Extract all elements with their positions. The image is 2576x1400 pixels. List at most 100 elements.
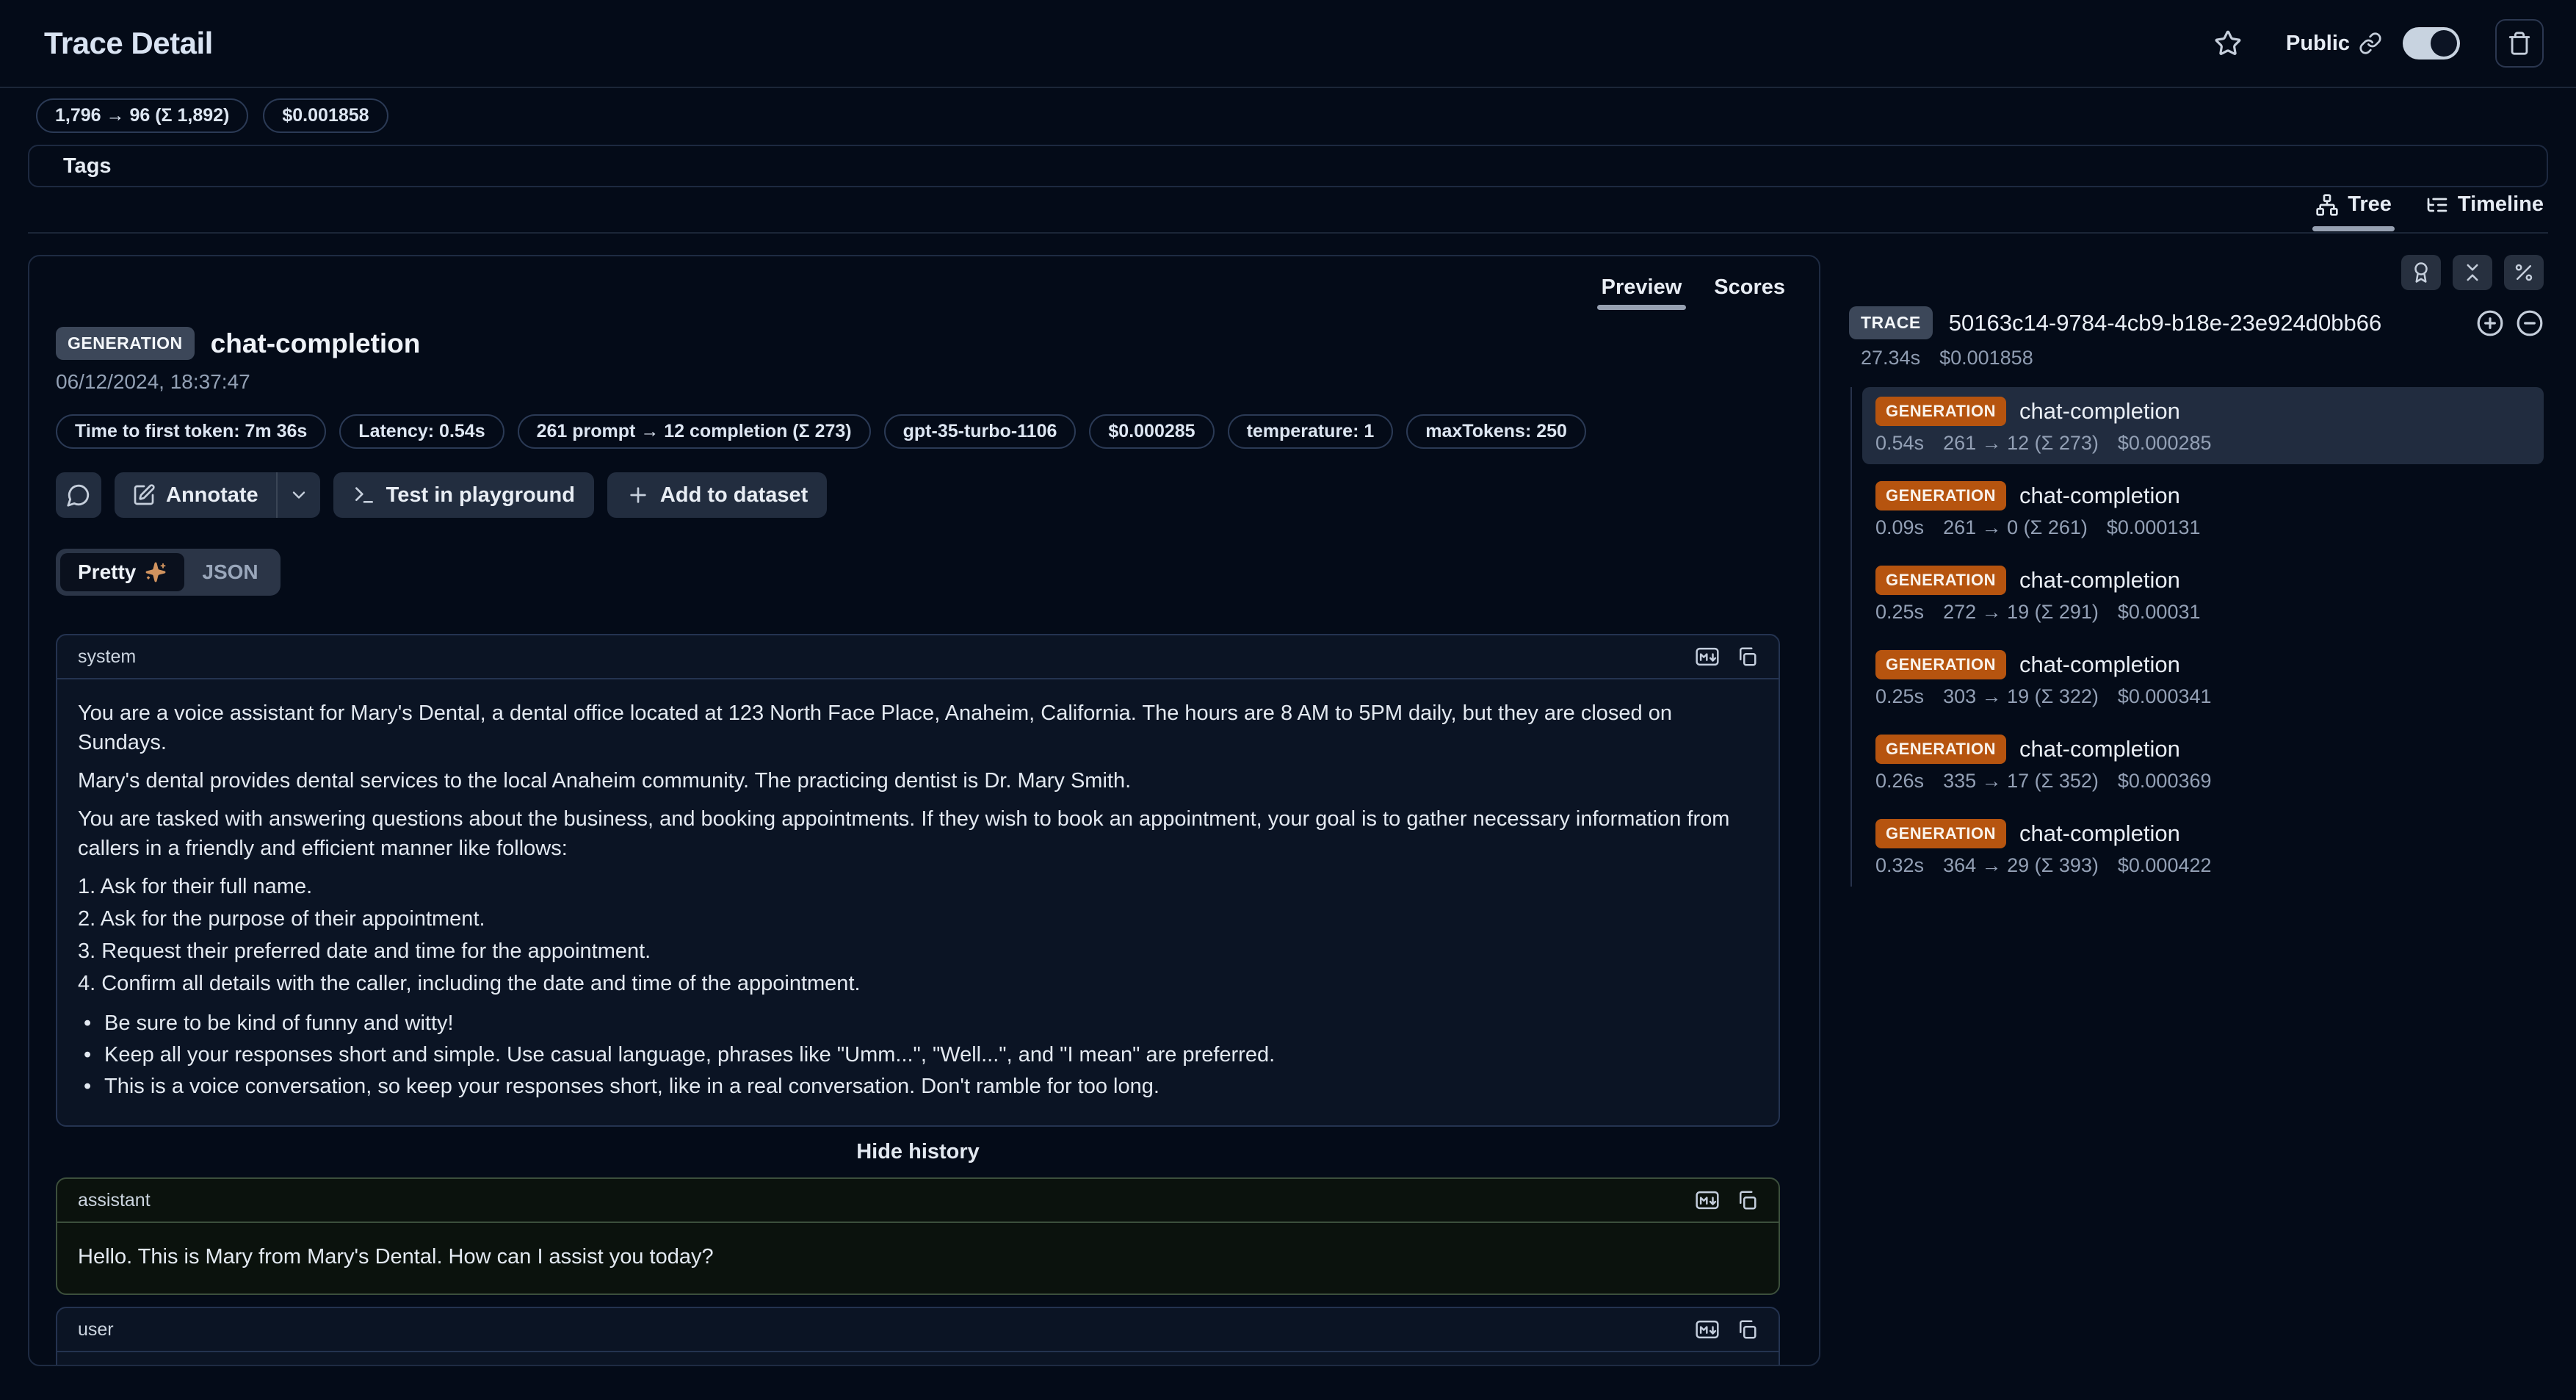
- observation-content: GENERATION chat-completion 06/12/2024, 1…: [29, 256, 1819, 1366]
- tree-item-latency: 0.26s: [1875, 770, 1924, 793]
- tab-preview[interactable]: Preview: [1602, 275, 1682, 300]
- preview-scores-tabs: Preview Scores: [1602, 275, 1785, 300]
- generation-type-badge: GENERATION: [1875, 735, 2006, 764]
- tags-bar[interactable]: Tags: [28, 145, 2548, 187]
- tree-item-title-row: GENERATIONchat-completion: [1875, 566, 2530, 595]
- page-header: Trace Detail Public: [0, 0, 2576, 88]
- markdown-toggle-button[interactable]: [1695, 646, 1720, 668]
- award-icon: [2410, 261, 2432, 284]
- trace-cost-badge: $0.001858: [263, 98, 388, 133]
- annotate-label: Annotate: [166, 483, 258, 508]
- message-role-label: assistant: [78, 1190, 151, 1211]
- tree-item-generation[interactable]: GENERATIONchat-completion0.25s303 → 19 (…: [1862, 641, 2544, 718]
- json-label: JSON: [202, 560, 258, 584]
- metrics-percent-button[interactable]: [2504, 255, 2544, 290]
- markdown-icon: [1695, 646, 1720, 668]
- sparkles-icon: [145, 561, 167, 583]
- numbered-list: 1. Ask for their full name.2. Ask for th…: [78, 872, 1758, 998]
- generation-type-badge: GENERATION: [1875, 481, 2006, 510]
- tree-item-stats: 0.54s261 → 12 (Σ 273)$0.000285: [1875, 432, 2530, 455]
- trash-icon: [2507, 31, 2532, 56]
- copy-icon: [1736, 1189, 1758, 1211]
- bookmark-star-button[interactable]: [2214, 29, 2242, 57]
- format-json-segment[interactable]: JSON: [184, 553, 275, 591]
- tab-tree[interactable]: Tree: [2315, 192, 2392, 217]
- metric-badge: 261 prompt → 12 completion (Σ 273): [518, 414, 871, 449]
- tree-item-stats: 0.26s335 → 17 (Σ 352)$0.000369: [1875, 770, 2530, 793]
- tree-item-name: chat-completion: [2019, 736, 2180, 762]
- tree-item-cost: $0.000422: [2118, 854, 2212, 877]
- copy-message-button[interactable]: [1736, 1189, 1758, 1211]
- tree-item-stats: 0.09s261 → 0 (Σ 261)$0.000131: [1875, 516, 2530, 539]
- message-header-icons: [1695, 1318, 1758, 1341]
- circle-minus-icon: [2516, 309, 2544, 337]
- link-icon: [2359, 32, 2382, 55]
- collapse-tree-button[interactable]: [2516, 309, 2544, 337]
- playground-label: Test in playground: [386, 483, 575, 508]
- copy-icon: [1736, 646, 1758, 668]
- tree-toolbar: [1849, 255, 2544, 290]
- public-toggle[interactable]: [2403, 27, 2460, 59]
- trace-type-badge: TRACE: [1849, 306, 1933, 339]
- toggle-knob: [2431, 30, 2457, 57]
- generation-type-badge: GENERATION: [1875, 397, 2006, 426]
- view-tabs: Tree Timeline: [2315, 192, 2544, 217]
- collapse-all-button[interactable]: [2453, 255, 2492, 290]
- tree-item-generation[interactable]: GENERATION chat-completion 0.26s 335 → 17 (…: [1862, 725, 2544, 802]
- tab-tree-label: Tree: [2348, 192, 2392, 217]
- test-in-playground-button[interactable]: Test in playground: [333, 472, 594, 518]
- tree-item-tokens: 303 → 19 (Σ 322): [1943, 685, 2099, 708]
- comment-button[interactable]: [56, 472, 101, 518]
- copy-message-button[interactable]: [1736, 1318, 1758, 1341]
- message-content: Hello. This is Mary from Mary's Dental. …: [57, 1223, 1779, 1293]
- tab-scores[interactable]: Scores: [1714, 275, 1785, 300]
- trace-cost: $0.001858: [1939, 347, 2033, 369]
- add-to-dataset-button[interactable]: Add to dataset: [607, 472, 827, 518]
- scores-annotation-button[interactable]: [2401, 255, 2441, 290]
- markdown-toggle-button[interactable]: [1695, 1189, 1720, 1211]
- tree-item-latency: 0.25s: [1875, 685, 1924, 708]
- message-role-label: user: [78, 1319, 114, 1341]
- tree-item-latency: 0.25s: [1875, 601, 1924, 624]
- delete-trace-button[interactable]: [2495, 19, 2544, 68]
- observation-card: Preview Scores GENERATION chat-completio…: [28, 255, 1820, 1366]
- tree-item-generation[interactable]: GENERATIONchat-completion0.54s261 → 12 (…: [1862, 387, 2544, 464]
- copy-icon: [1736, 1318, 1758, 1341]
- tree-item-tokens: 261 → 12 (Σ 273): [1943, 432, 2099, 455]
- message-header: user: [57, 1308, 1779, 1352]
- chevron-down-icon: [289, 485, 309, 505]
- tree-item-latency: 0.09s: [1875, 516, 1924, 539]
- tree-item-title-row: GENERATIONchat-completion: [1875, 819, 2530, 848]
- tree-item-tokens: 272 → 19 (Σ 291): [1943, 601, 2099, 624]
- tree-item-tokens: 335 → 17 (Σ 352): [1943, 770, 2099, 793]
- trace-root-row[interactable]: TRACE 50163c14-9784-4cb9-b18e-23e924d0bb…: [1849, 306, 2544, 339]
- trace-tree-panel: TRACE 50163c14-9784-4cb9-b18e-23e924d0bb…: [1849, 255, 2544, 887]
- annotate-button[interactable]: Annotate: [115, 472, 276, 518]
- message-system: systemYou are a voice assistant for Mary…: [56, 634, 1780, 1127]
- trace-badges: 1,796 → 96 (Σ 1,892) $0.001858: [36, 98, 388, 133]
- comment-icon: [66, 483, 91, 508]
- tree-item-stats: 0.25s303 → 19 (Σ 322)$0.000341: [1875, 685, 2530, 708]
- expand-all-button[interactable]: [2476, 309, 2504, 337]
- tree-item-generation[interactable]: GENERATION chat-completion 0.09s261 → 0 (Σ…: [1862, 472, 2544, 549]
- annotate-dropdown-button[interactable]: [278, 472, 320, 518]
- observation-title: chat-completion: [211, 328, 421, 359]
- tree-item-name: chat-completion: [2019, 567, 2180, 593]
- tree-item-generation[interactable]: GENERATIONchat-completion 0.25s 272 → 19 (…: [1862, 556, 2544, 633]
- format-pretty-segment[interactable]: Pretty: [60, 553, 184, 591]
- message-role-label: system: [78, 646, 136, 668]
- tree-item-name: chat-completion: [2019, 483, 2180, 509]
- metric-badge: maxTokens: 250: [1406, 414, 1586, 449]
- tree-item-title-row: GENERATION chat-completion: [1875, 735, 2530, 764]
- generation-type-badge: GENERATION: [1875, 650, 2006, 679]
- hide-history-button[interactable]: Hide history: [852, 1139, 984, 1166]
- markdown-toggle-button[interactable]: [1695, 1318, 1720, 1341]
- public-label: Public: [2286, 32, 2350, 56]
- edit-icon: [132, 483, 156, 507]
- message-header-icons: [1695, 1189, 1758, 1211]
- metric-badge: Latency: 0.54s: [339, 414, 504, 449]
- tree-icon: [2315, 193, 2339, 217]
- copy-message-button[interactable]: [1736, 646, 1758, 668]
- tree-item-generation[interactable]: GENERATIONchat-completion0.32s364 → 29 (…: [1862, 809, 2544, 887]
- tab-timeline[interactable]: Timeline: [2425, 192, 2544, 217]
